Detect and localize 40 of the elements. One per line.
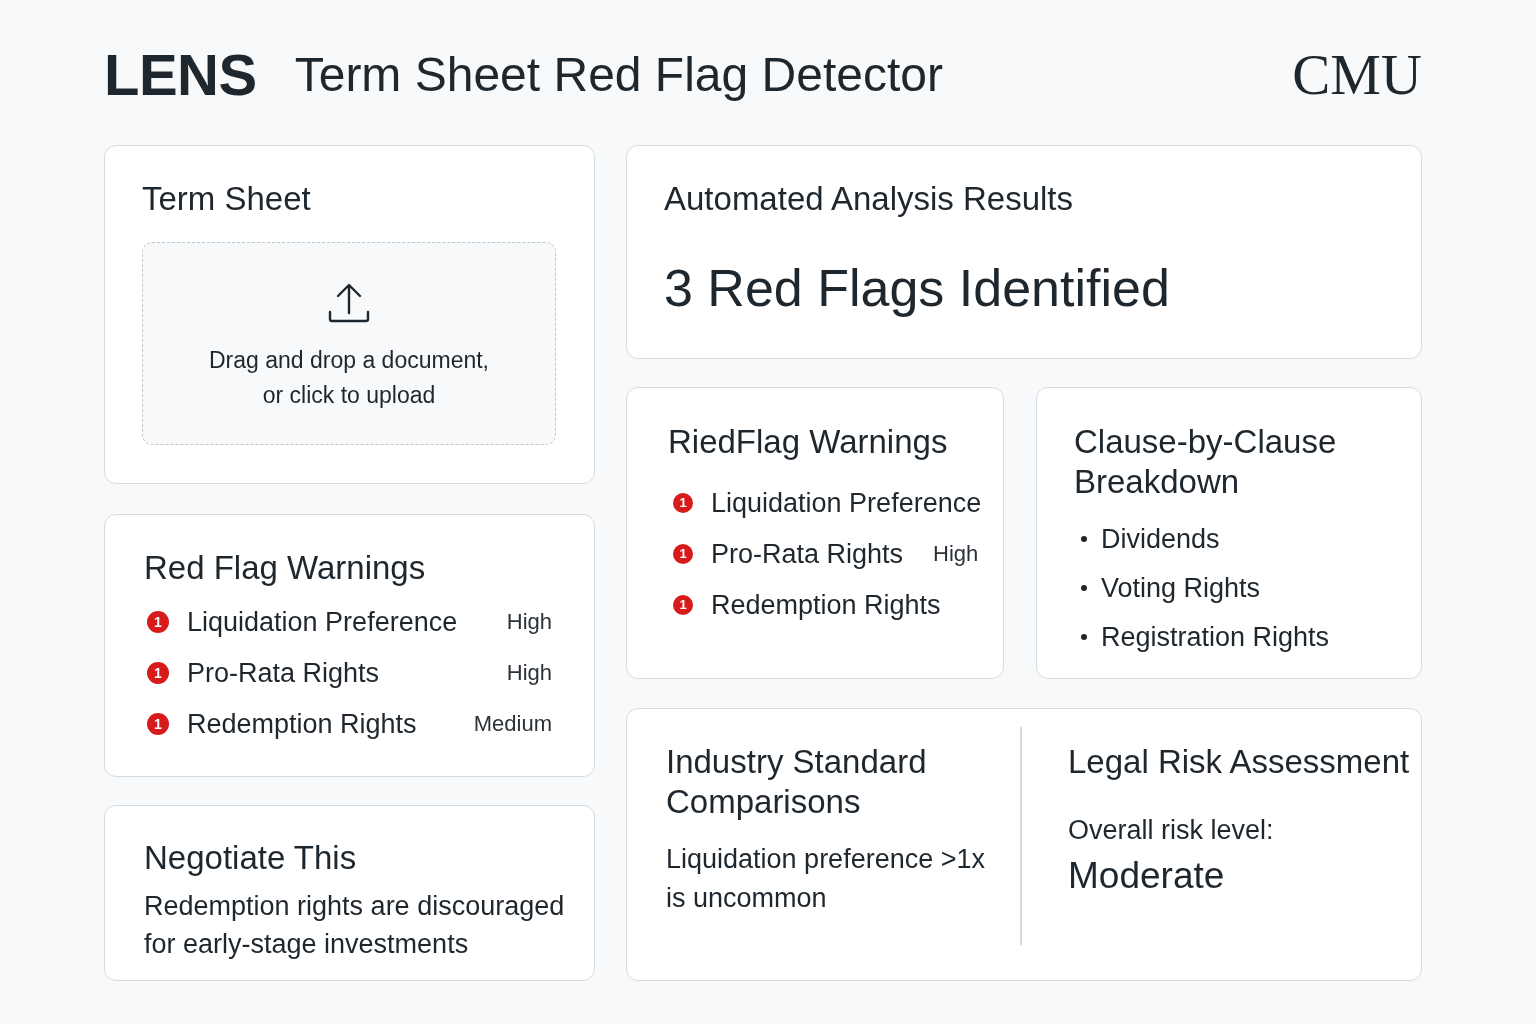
comparison-text: Liquidation preference >1x is uncommon <box>666 843 986 915</box>
risk-value: Moderate <box>1068 854 1226 898</box>
card-title: Negotiate This <box>144 838 358 878</box>
risk-label: Overall risk level: <box>1068 814 1275 847</box>
card-title: Industry Standard Comparisons <box>666 742 928 822</box>
alert-badge: 1 <box>673 594 693 615</box>
brand-wordmark: CMU <box>1292 41 1422 108</box>
upload-icon <box>328 283 370 323</box>
clause-label: Dividends <box>1101 522 1220 556</box>
flag-label: Pro-Rata Rights <box>711 537 904 571</box>
bullet-icon <box>1081 584 1087 591</box>
flag-label: Liquidation Preference <box>711 486 982 520</box>
card-title: Term Sheet <box>142 179 312 219</box>
flag-label: Pro-Rata Rights <box>187 656 381 690</box>
card-title: Legal Risk Assessment <box>1068 742 1411 782</box>
upload-dropzone[interactable]: Drag and drop a document, or click to upload <box>142 242 556 445</box>
clause-label: Voting Rights <box>1101 571 1261 605</box>
alert-badge: 1 <box>673 492 693 513</box>
card-title: Clause-by-Clause Breakdown <box>1074 422 1338 502</box>
clause-label: Registration Rights <box>1101 620 1330 654</box>
card-title: Red Flag Warnings <box>144 548 427 588</box>
results-headline: 3 Red Flags Identified <box>664 258 1171 319</box>
bullet-icon <box>1081 633 1087 640</box>
app-title: Term Sheet Red Flag Detector <box>294 46 943 103</box>
card-title: Automated Analysis Results <box>664 179 1075 219</box>
alert-badge: 1 <box>147 661 169 684</box>
severity-label: Medium <box>473 709 552 738</box>
flag-label: Redemption Rights <box>187 707 418 741</box>
bullet-icon <box>1081 535 1087 542</box>
severity-label: High <box>506 658 552 687</box>
card-title: RiedFlag Warnings <box>668 422 949 462</box>
severity-label: High <box>933 539 979 568</box>
alert-badge: 1 <box>673 543 693 564</box>
app-logo: LENS <box>104 41 257 108</box>
negotiate-text: Redemption rights are discouraged for early-stage investments <box>144 890 566 961</box>
flag-label: Redemption Rights <box>711 588 941 622</box>
alert-badge: 1 <box>147 712 169 735</box>
severity-label: High <box>506 607 552 636</box>
flag-label: Liquidation Preference <box>187 605 459 639</box>
alert-badge: 1 <box>147 610 169 633</box>
